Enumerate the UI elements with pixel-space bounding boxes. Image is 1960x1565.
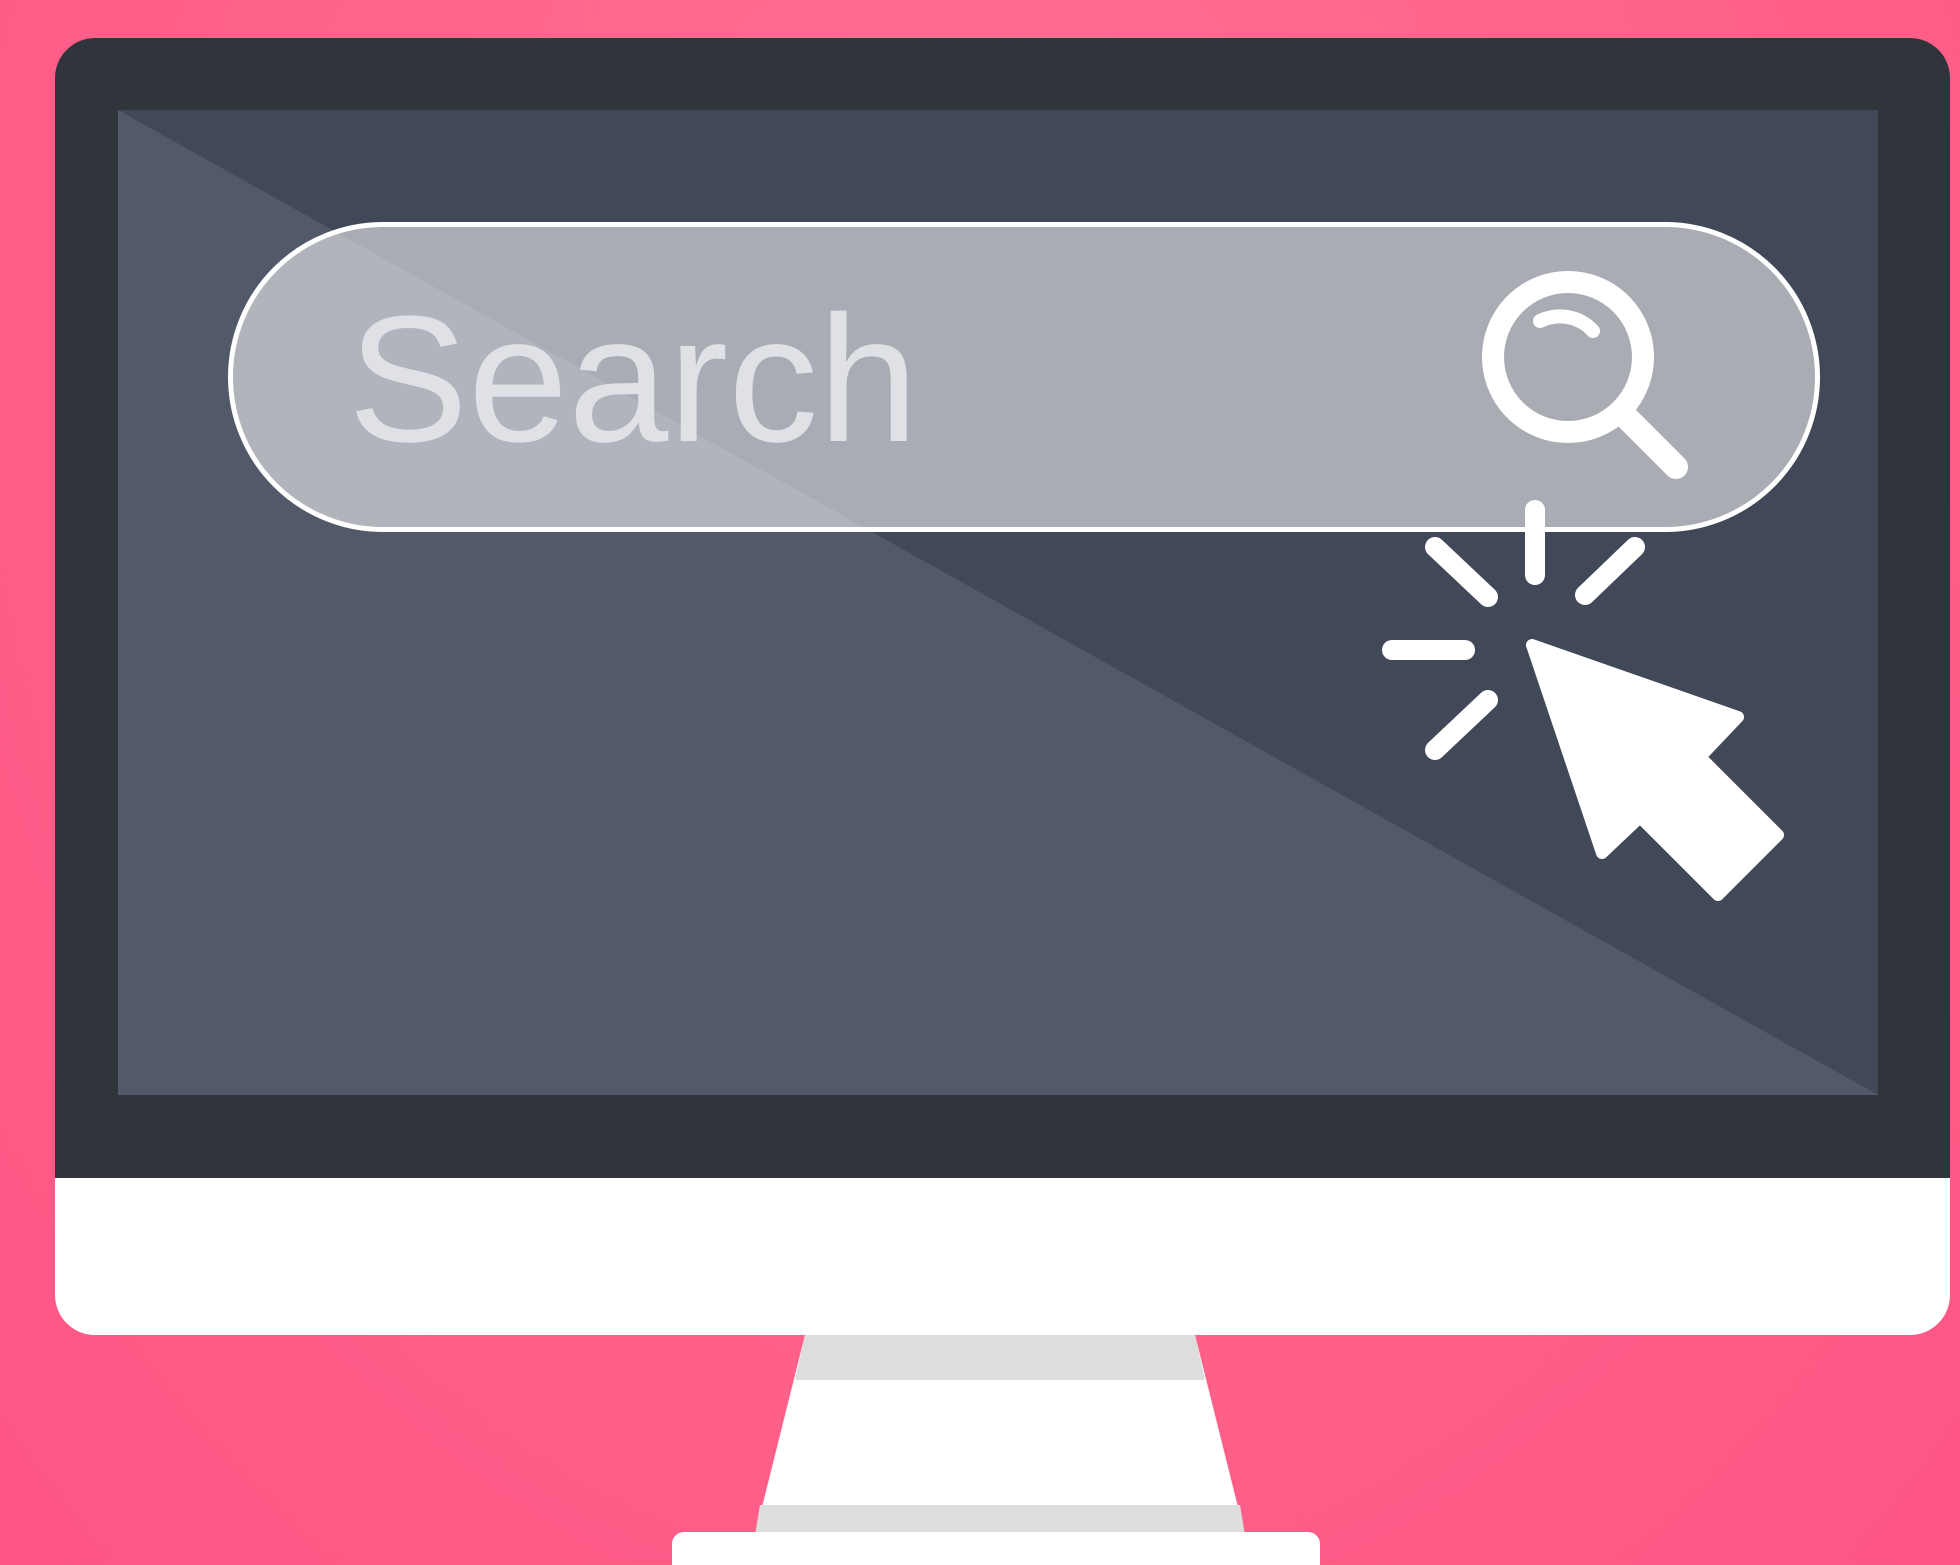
monitor-stand-neck [755, 1335, 1245, 1535]
monitor-chin [55, 1178, 1950, 1335]
monitor-stand-base [672, 1532, 1320, 1565]
monitor-illustration [0, 0, 1960, 1565]
search-icon[interactable] [1478, 269, 1708, 499]
arrow-pointer-icon [1526, 639, 1784, 901]
click-cursor [1382, 500, 1784, 901]
search-input[interactable] [348, 265, 1498, 495]
search-bar[interactable] [228, 222, 1820, 532]
